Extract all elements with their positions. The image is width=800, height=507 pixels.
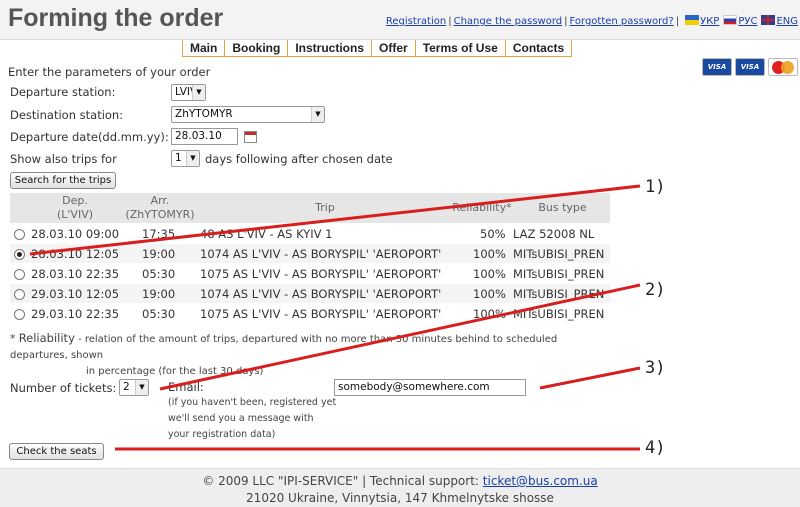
main-nav: Main Booking Instructions Offer Terms of… [182,40,573,57]
uk-flag-icon[interactable] [761,15,776,25]
registration-link[interactable]: Registration [386,16,446,27]
email-input[interactable]: somebody@somewhere.com [334,379,526,396]
reliability-note: * Reliability - relation of the amount o… [10,331,558,377]
trips-table: Dep. (L'VIV) Arr. (ZhYTOMYR) Trip Reliabil… [10,193,610,324]
nav-main[interactable]: Main [182,40,226,57]
lang-en-link[interactable]: ENG [776,16,798,27]
callout-2: 2) [645,280,666,300]
change-password-link[interactable]: Change the password [454,16,563,27]
search-trips-button[interactable]: Search for the trips [10,172,116,189]
callout-3: 3) [645,358,666,378]
nav-booking[interactable]: Booking [224,40,289,57]
payment-cards: VISA VISA [702,58,798,76]
table-row[interactable]: 28.03.10 22:35 05:30 1075 AS L'VIV - AS … [10,264,610,284]
departure-date-input[interactable]: 28.03.10 [171,128,238,145]
table-header: Dep. (L'VIV) Arr. (ZhYTOMYR) Trip Reliabil… [10,193,610,223]
trip-radio[interactable] [14,229,25,240]
page-footer: © 2009 LLC "IPI-SERVICE" | Technical sup… [0,468,800,507]
destination-label: Destination station: [10,108,124,122]
lang-ru-link[interactable]: РУС [738,16,757,27]
tickets-select[interactable]: 2 ▼ [119,379,149,396]
destination-select[interactable]: ZhYTOMYR ▼ [171,106,325,123]
mastercard-icon [768,58,798,76]
visa-electron-card-icon: VISA [735,58,765,76]
lang-ua-link[interactable]: УКР [700,16,719,27]
registration-hint: (if you haven't been, registered yet we'… [168,397,337,440]
trip-radio[interactable] [14,249,25,260]
date-label: Departure date(dd.mm.yy): [10,130,169,144]
table-row[interactable]: 29.03.10 12:05 19:00 1074 AS L'VIV - AS … [10,284,610,304]
form-heading: Enter the parameters of your order [8,65,211,79]
departure-select[interactable]: LVIV ▼ [171,84,206,101]
arr-header: Arr. (ZhYTOMYR) [125,194,195,221]
nav-contacts[interactable]: Contacts [504,40,573,57]
callout-1: 1) [645,177,666,197]
chevron-down-icon: ▼ [311,107,324,122]
visa-card-icon: VISA [702,58,732,76]
forgotten-password-link[interactable]: Forgotten password? [570,16,674,27]
support-email-link[interactable]: ticket@bus.com.ua [483,474,598,488]
table-row[interactable]: 28.03.10 12:05 19:00 1074 AS L'VIV - AS … [10,244,610,264]
calendar-icon[interactable] [244,131,257,143]
tickets-label: Number of tickets: [10,381,117,395]
nav-terms[interactable]: Terms of Use [414,40,506,57]
russia-flag-icon[interactable] [723,15,738,25]
page-header: Forming the order Registration | Change th… [0,0,800,40]
days-select[interactable]: 1 ▼ [171,150,200,167]
bus-type-header: Bus type [538,201,587,214]
trip-radio[interactable] [14,269,25,280]
departure-label: Departure station: [10,85,116,99]
show-trips-label: Show also trips for [10,152,117,166]
ukraine-flag-icon[interactable] [685,15,700,25]
nav-offer[interactable]: Offer [371,40,416,57]
trip-header: Trip [315,201,335,214]
dep-header: Dep. (L'VIV) [56,194,94,221]
top-links: Registration | Change the password | Forgott… [385,15,798,27]
email-label: Email: [168,380,204,394]
chevron-down-icon: ▼ [192,85,205,100]
trip-radio[interactable] [14,309,25,320]
chevron-down-icon: ▼ [135,380,148,395]
trip-radio[interactable] [14,289,25,300]
reliability-header: Reliability* [452,201,512,214]
table-row[interactable]: 29.03.10 22:35 05:30 1075 AS L'VIV - AS … [10,304,610,324]
nav-instructions[interactable]: Instructions [287,40,373,57]
table-row[interactable]: 28.03.10 09:00 17:35 48 AS L'VIV - AS KY… [10,224,610,244]
callout-4: 4) [645,438,666,458]
page-title: Forming the order [8,4,224,32]
chevron-down-icon: ▼ [186,151,199,166]
check-seats-button[interactable]: Check the seats [9,443,104,460]
days-suffix-label: days following after chosen date [205,152,393,166]
